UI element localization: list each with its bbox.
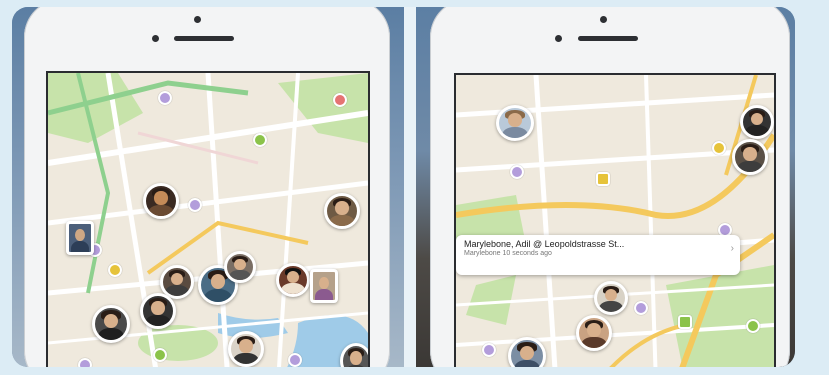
friend-avatar[interactable] <box>732 139 768 175</box>
friend-avatar[interactable] <box>140 293 176 329</box>
poi-marker[interactable] <box>153 348 167 362</box>
promo-card: Marylebone, Adil @ Leopoldstrasse St... … <box>12 7 795 367</box>
poi-marker[interactable] <box>678 315 692 329</box>
poi-marker[interactable] <box>746 319 760 333</box>
left-phone-sensor <box>152 35 159 42</box>
right-phone: Marylebone, Adil @ Leopoldstrasse St... … <box>430 7 790 367</box>
poi-marker[interactable] <box>158 91 172 105</box>
friend-avatar[interactable] <box>340 343 368 367</box>
screenshot-frame: Marylebone, Adil @ Leopoldstrasse St... … <box>0 0 829 375</box>
left-phone-speaker <box>174 36 234 41</box>
friend-avatar[interactable] <box>66 221 94 255</box>
friend-avatar[interactable] <box>594 281 628 315</box>
right-phone-camera <box>600 16 607 23</box>
right-map-screen[interactable]: Marylebone, Adil @ Leopoldstrasse St... … <box>454 73 776 367</box>
friend-avatar[interactable] <box>324 193 360 229</box>
friend-avatar[interactable] <box>224 251 256 283</box>
callout-title: Marylebone, Adil @ Leopoldstrasse St... <box>464 239 625 249</box>
poi-marker[interactable] <box>188 198 202 212</box>
poi-marker[interactable] <box>333 93 347 107</box>
left-phone-camera <box>194 16 201 23</box>
poi-marker[interactable] <box>253 133 267 147</box>
friend-avatar[interactable] <box>143 183 179 219</box>
friend-avatar[interactable] <box>576 315 612 351</box>
poi-marker[interactable] <box>288 353 302 367</box>
poi-marker[interactable] <box>634 301 648 315</box>
poi-marker[interactable] <box>78 358 92 367</box>
poi-marker[interactable] <box>482 343 496 357</box>
panel-divider <box>404 7 416 367</box>
friend-avatar[interactable] <box>508 337 546 367</box>
callout-subtitle: Marylebone 10 seconds ago <box>464 250 552 257</box>
poi-marker[interactable] <box>596 172 610 186</box>
chevron-right-icon[interactable]: › <box>731 243 734 254</box>
friend-avatar[interactable] <box>92 305 130 343</box>
poi-marker[interactable] <box>712 141 726 155</box>
friend-avatar[interactable] <box>310 269 338 303</box>
friend-avatar[interactable] <box>228 331 264 367</box>
right-phone-sensor <box>555 35 562 42</box>
poi-marker[interactable] <box>108 263 122 277</box>
friend-avatar[interactable] <box>740 105 774 139</box>
location-callout[interactable]: Marylebone, Adil @ Leopoldstrasse St... … <box>456 235 740 275</box>
left-map-screen[interactable] <box>46 71 370 367</box>
poi-marker[interactable] <box>510 165 524 179</box>
right-phone-speaker <box>578 36 638 41</box>
friend-avatar[interactable] <box>276 263 310 297</box>
friend-avatar[interactable] <box>496 105 534 141</box>
left-phone <box>24 7 390 367</box>
